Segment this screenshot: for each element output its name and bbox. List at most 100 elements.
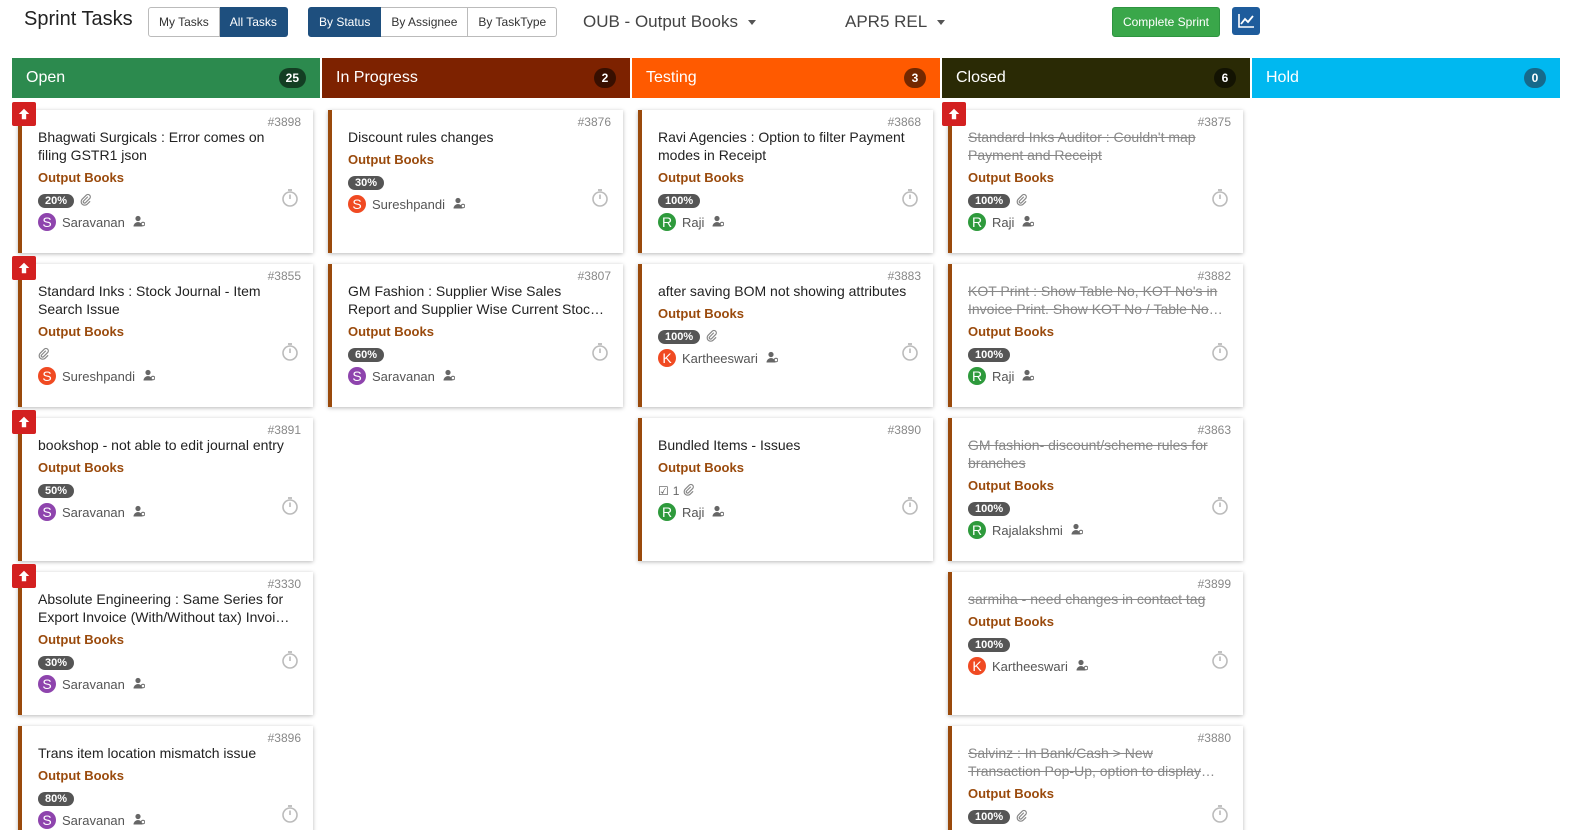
timer-icon[interactable]	[1211, 804, 1229, 824]
assignee-name: Rajalakshmi	[992, 522, 1063, 538]
assignee[interactable]: R Raji	[658, 503, 919, 521]
assignee[interactable]: S Sureshpandi	[38, 367, 299, 385]
task-meta: 100%	[968, 636, 1229, 653]
task-card[interactable]: #3898 Bhagwati Surgicals : Error comes on…	[12, 102, 313, 253]
assignee[interactable]: S Saravanan	[38, 675, 299, 693]
user-icon	[712, 215, 725, 230]
by-status-button[interactable]: By Status	[308, 7, 382, 37]
task-project: Output Books	[968, 786, 1054, 801]
priority-high-icon	[12, 102, 36, 126]
timer-icon[interactable]	[901, 188, 919, 208]
assignee[interactable]: K Kartheeswari	[658, 349, 919, 367]
assignee[interactable]: K Kartheeswari	[968, 657, 1229, 675]
my-tasks-button[interactable]: My Tasks	[148, 7, 220, 37]
task-title[interactable]: Discount rules changes	[348, 128, 606, 146]
task-title[interactable]: bookshop - not able to edit journal entr…	[38, 436, 296, 454]
assignee[interactable]: S Saravanan	[38, 213, 299, 231]
project-dropdown[interactable]: OUB - Output Books	[583, 12, 756, 32]
by-tasktype-button[interactable]: By TaskType	[468, 7, 558, 37]
task-title[interactable]: KOT Print : Show Table No, KOT No's in I…	[968, 282, 1226, 318]
task-title[interactable]: GM Fashion : Supplier Wise Sales Report …	[348, 282, 606, 318]
assignee[interactable]: S Sureshpandi	[348, 195, 609, 213]
task-title[interactable]: Standard Inks : Stock Journal - Item Sea…	[38, 282, 296, 318]
task-card[interactable]: #3882 KOT Print : Show Table No, KOT No's…	[948, 264, 1243, 407]
task-card[interactable]: #3899 sarmiha - need changes in contact t…	[948, 572, 1243, 715]
task-card[interactable]: #3896 Trans item location mismatch issue O…	[18, 726, 313, 830]
timer-icon[interactable]	[591, 188, 609, 208]
timer-icon[interactable]	[281, 804, 299, 824]
timer-icon[interactable]	[1211, 342, 1229, 362]
by-assignee-button[interactable]: By Assignee	[381, 7, 469, 37]
line-chart-icon	[1238, 14, 1254, 28]
timer-icon[interactable]	[1211, 188, 1229, 208]
task-id: #3883	[887, 269, 921, 283]
assignee[interactable]: S Saravanan	[348, 367, 609, 385]
task-card[interactable]: #3880 Salvinz : In Bank/Cash > New Transa…	[948, 726, 1243, 830]
task-card[interactable]: #3883 after saving BOM not showing attrib…	[638, 264, 933, 407]
assignee[interactable]: S Saravanan	[38, 811, 299, 829]
timer-icon[interactable]	[1211, 650, 1229, 670]
assignee-name: Sureshpandi	[62, 368, 135, 384]
progress-badge: 20%	[38, 193, 75, 208]
task-project: Output Books	[968, 324, 1054, 339]
column-title: Hold	[1266, 69, 1299, 86]
task-title[interactable]: Bundled Items - Issues	[658, 436, 916, 454]
timer-icon[interactable]	[1211, 496, 1229, 516]
task-title[interactable]: after saving BOM not showing attributes	[658, 282, 916, 300]
column-closed: Closed 6 #3875 Standard Inks Auditor : Coul…	[942, 58, 1250, 830]
timer-icon[interactable]	[281, 496, 299, 516]
assignee[interactable]: R Raji	[658, 213, 919, 231]
task-card[interactable]: #3855 Standard Inks : Stock Journal - Ite…	[12, 256, 313, 407]
task-project: Output Books	[658, 170, 744, 185]
assignee[interactable]: R Raji	[968, 213, 1229, 231]
sprint-dropdown-label: APR5 REL	[845, 12, 928, 31]
assignee[interactable]: R Raji	[968, 367, 1229, 385]
priority-high-icon	[12, 256, 36, 280]
task-title[interactable]: Trans item location mismatch issue	[38, 744, 296, 762]
task-card[interactable]: #3330 Absolute Engineering : Same Series …	[12, 564, 313, 715]
task-id: #3855	[267, 269, 301, 283]
timer-icon[interactable]	[901, 342, 919, 362]
column-count-badge: 6	[1214, 68, 1236, 88]
complete-sprint-button[interactable]: Complete Sprint	[1112, 7, 1220, 37]
task-card[interactable]: #3876 Discount rules changes Output Books 3…	[328, 110, 623, 253]
progress-badge: 60%	[348, 347, 385, 362]
task-title[interactable]: sarmiha - need changes in contact tag	[968, 590, 1226, 608]
task-card[interactable]: #3891 bookshop - not able to edit journal…	[12, 410, 313, 561]
all-tasks-button[interactable]: All Tasks	[219, 7, 288, 37]
column-open: Open 25 #3898 Bhagwati Surgicals : Error co…	[12, 58, 320, 830]
avatar: S	[348, 367, 366, 385]
assignee-name: Saravanan	[372, 368, 435, 384]
timer-icon[interactable]	[901, 496, 919, 516]
task-meta: 100%	[658, 328, 919, 345]
assignee[interactable]: R Rajalakshmi	[968, 521, 1229, 539]
task-card[interactable]: #3868 Ravi Agencies : Option to filter Pa…	[638, 110, 933, 253]
assignee-name: Sureshpandi	[372, 196, 445, 212]
task-title[interactable]: Standard Inks Auditor : Couldn't map Pay…	[968, 128, 1226, 164]
task-project: Output Books	[658, 460, 744, 475]
task-title[interactable]: Ravi Agencies : Option to filter Payment…	[658, 128, 916, 164]
task-title[interactable]: GM fashion- discount/scheme rules for br…	[968, 436, 1226, 472]
sprint-dropdown[interactable]: APR5 REL	[845, 12, 946, 32]
timer-icon[interactable]	[281, 342, 299, 362]
timer-icon[interactable]	[591, 342, 609, 362]
task-meta: 80%	[38, 790, 299, 807]
burndown-chart-button[interactable]	[1232, 7, 1260, 35]
task-title[interactable]: Absolute Engineering : Same Series for E…	[38, 590, 296, 626]
task-id: #3896	[267, 731, 301, 745]
assignee[interactable]: S Saravanan	[38, 503, 299, 521]
task-card[interactable]: #3863 GM fashion- discount/scheme rules f…	[948, 418, 1243, 561]
card-list: #3876 Discount rules changes Output Books 3…	[322, 110, 630, 407]
task-card[interactable]: #3807 GM Fashion : Supplier Wise Sales Re…	[328, 264, 623, 407]
task-title[interactable]: Bhagwati Surgicals : Error comes on fili…	[38, 128, 296, 164]
user-icon	[453, 197, 466, 212]
timer-icon[interactable]	[281, 188, 299, 208]
task-card[interactable]: #3890 Bundled Items - Issues Output Books ☑…	[638, 418, 933, 561]
column-count-badge: 2	[594, 68, 616, 88]
task-project: Output Books	[348, 152, 434, 167]
task-card[interactable]: #3875 Standard Inks Auditor : Couldn't ma…	[942, 102, 1243, 253]
user-icon	[133, 505, 146, 520]
task-title[interactable]: Salvinz : In Bank/Cash > New Transaction…	[968, 744, 1226, 780]
timer-icon[interactable]	[281, 650, 299, 670]
paperclip-icon	[1016, 193, 1027, 209]
